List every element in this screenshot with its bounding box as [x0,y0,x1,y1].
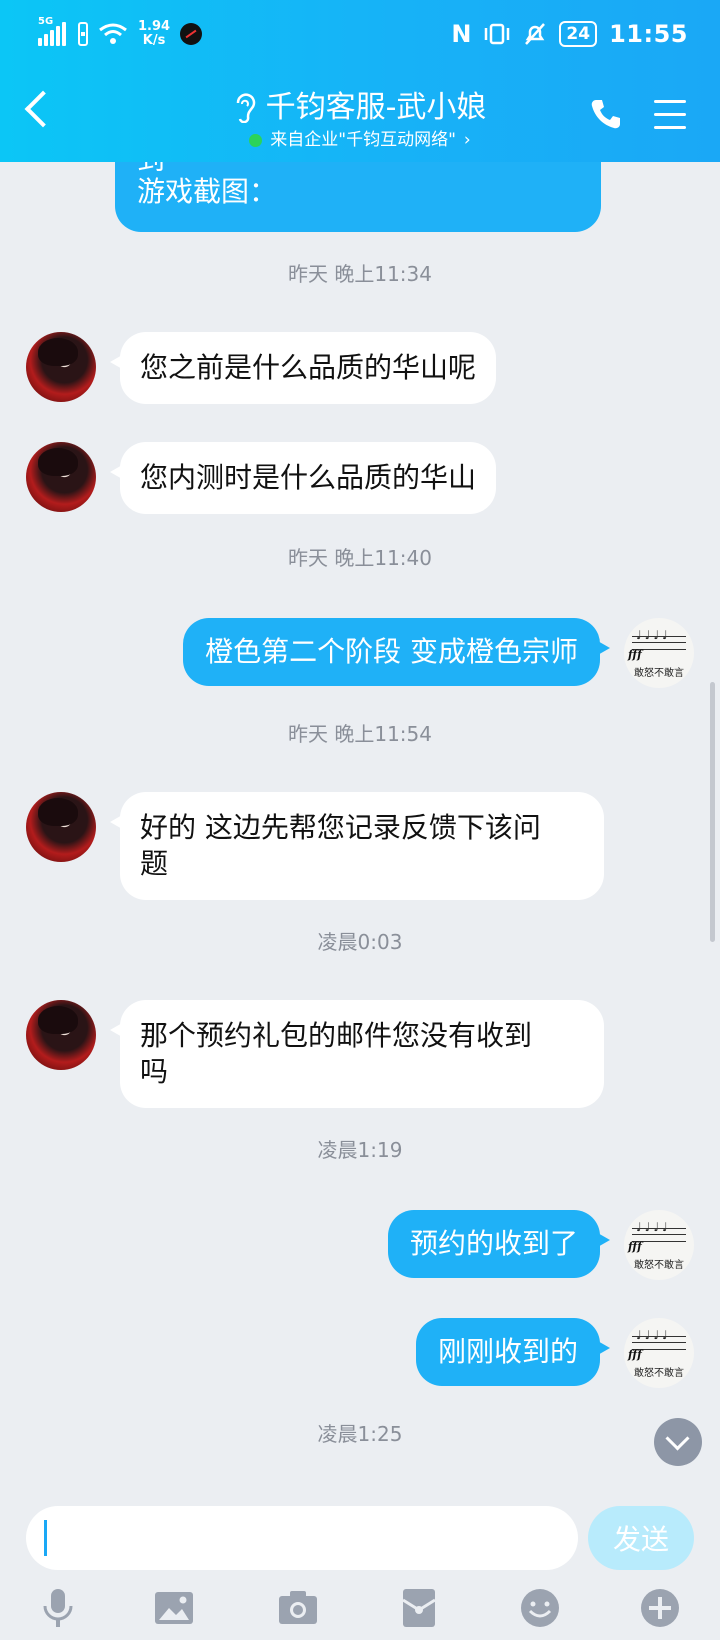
avatar-dynamic: fff [628,1240,642,1253]
message-text: 好的 这边先帮您记录反馈下该问 [140,811,541,844]
timestamp: 昨天 晚上11:34 [288,262,432,286]
agent-avatar[interactable] [26,332,96,402]
status-time: 11:55 [609,20,688,48]
timestamp: 凌晨0:03 [317,930,403,954]
mute-bell-icon [525,23,546,45]
message-outgoing[interactable]: 橙色第二个阶段 变成橙色宗师 [183,618,610,686]
message-text: 吗 [140,1055,169,1088]
message-incoming[interactable]: 您之前是什么品质的华山呢 [109,332,497,404]
message-text: 预约的收到了 [409,1227,578,1260]
message-input[interactable] [26,1506,578,1570]
send-button[interactable]: 发送 [588,1506,694,1570]
timestamp: 凌晨1:19 [317,1138,403,1162]
company-link[interactable]: 来自企业"千钧互动网络" › [249,128,471,152]
chat-header: 5G 1.94 K/s N 24 11:55 千钧客服-武小娘 来自企业"千钧互… [0,0,720,162]
plus-icon[interactable] [638,1586,682,1630]
message-incoming[interactable]: 那个预约礼包的邮件您没有收到 吗 [110,1000,604,1108]
message-text: 到 [137,162,579,174]
vibrate-icon [485,23,510,45]
red-packet-icon[interactable] [397,1586,441,1630]
sim-icon [78,22,88,46]
message-incoming[interactable]: 您内测时是什么品质的华山 [109,442,497,514]
input-toolbar [0,1586,720,1640]
company-label: 来自企业"千钧互动网络" [270,130,456,150]
avatar-dynamic: fff [628,1348,642,1361]
message-text: 您之前是什么品质的华山呢 [140,351,477,384]
message-text: 橙色第二个阶段 变成橙色宗师 [205,635,578,668]
image-icon[interactable] [152,1586,196,1630]
my-avatar[interactable]: ♩♩♩♩ fff 敢怒不敢言 [624,618,694,688]
chevron-right-icon: › [463,130,471,150]
wifi-icon [99,23,127,44]
message-list[interactable]: 到 游戏截图： 昨天 晚上11:34 您之前是什么品质的华山呢 您内测时是什么品… [0,162,720,1502]
page-title[interactable]: 千钧客服-武小娘 [234,88,487,128]
network-speed: 1.94 K/s [138,19,171,48]
agent-avatar[interactable] [26,442,96,512]
microphone-icon[interactable] [36,1586,80,1630]
message-text: 您内测时是什么品质的华山 [140,461,477,494]
emoji-icon[interactable] [518,1586,562,1630]
menu-icon[interactable] [654,100,686,129]
avatar-caption: 敢怒不敢言 [634,668,684,679]
message-text: 游戏截图： [137,175,278,208]
avatar-caption: 敢怒不敢言 [634,1260,684,1271]
ear-icon [236,93,255,123]
message-text: 刚刚收到的 [437,1335,578,1368]
input-bar: 发送 [0,1502,720,1640]
scrollbar[interactable] [710,682,715,942]
contact-name: 千钧客服-武小娘 [265,90,487,125]
message-text: 题 [140,847,169,880]
status-bar: 5G 1.94 K/s N 24 11:55 [0,0,720,72]
timestamp: 凌晨1:25 [317,1422,403,1446]
no-disturb-icon [180,23,203,45]
agent-avatar[interactable] [26,1000,96,1070]
my-avatar[interactable]: ♩♩♩♩ fff 敢怒不敢言 [624,1210,694,1280]
agent-avatar[interactable] [26,792,96,862]
avatar-dynamic: fff [628,648,642,661]
online-status-dot [249,133,263,147]
message-incoming[interactable]: 好的 这边先帮您记录反馈下该问 题 [110,792,604,900]
timestamp: 昨天 晚上11:54 [288,722,432,746]
my-avatar[interactable]: ♩♩♩♩ fff 敢怒不敢言 [624,1318,694,1388]
camera-icon[interactable] [276,1586,320,1630]
cellular-signal-icon: 5G [38,16,68,48]
message-text: 那个预约礼包的邮件您没有收到 [140,1019,533,1052]
text-cursor [44,1520,47,1556]
timestamp: 昨天 晚上11:40 [288,546,432,570]
avatar-caption: 敢怒不敢言 [634,1368,684,1379]
battery-indicator: 24 [559,21,598,47]
phone-icon[interactable] [588,96,624,132]
message-outgoing[interactable]: 刚刚收到的 [415,1318,611,1386]
nfc-icon: N [451,20,472,48]
message-outgoing[interactable]: 到 游戏截图： [115,162,601,232]
message-outgoing[interactable]: 预约的收到了 [387,1210,611,1278]
scroll-to-bottom-icon[interactable] [654,1418,702,1466]
